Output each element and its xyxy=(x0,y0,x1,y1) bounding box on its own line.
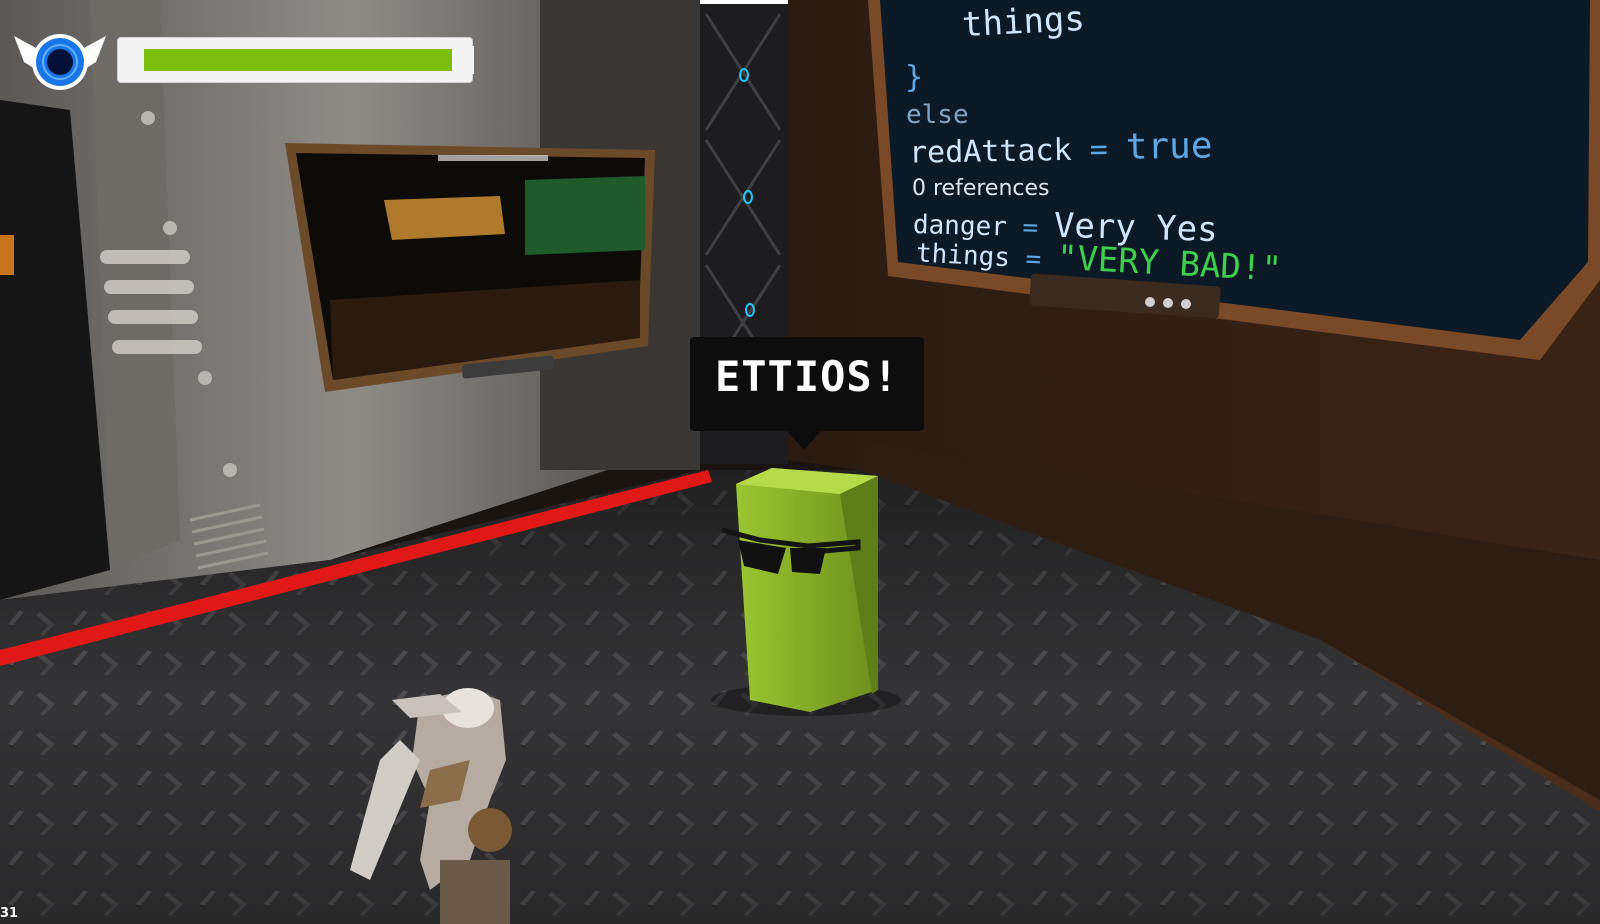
code-brace-close: } xyxy=(905,60,924,95)
code-references: 0 references xyxy=(912,176,1050,201)
code-things-name: things xyxy=(915,238,1011,274)
health-bar-fill xyxy=(144,49,452,71)
winged-eye-icon xyxy=(14,34,106,90)
speech-bubble-text: ETTIOS! xyxy=(714,352,899,401)
code-else: else xyxy=(906,100,969,130)
code-red-attack-name: redAttack xyxy=(908,132,1072,171)
code-red-attack-value: true xyxy=(1125,125,1213,168)
code-red-attack-eq: = xyxy=(1071,131,1127,168)
code-things-top: things xyxy=(961,0,1086,46)
speech-bubble-tail xyxy=(786,430,822,450)
health-bar-cap xyxy=(466,46,474,74)
game-viewport[interactable]: things } else redAttack = true 0 referen… xyxy=(0,0,1600,924)
code-red-attack: redAttack = true xyxy=(909,125,1213,171)
game-world xyxy=(0,0,1600,924)
code-things-eq: = xyxy=(1009,243,1058,276)
fps-counter: 31 xyxy=(0,906,19,921)
